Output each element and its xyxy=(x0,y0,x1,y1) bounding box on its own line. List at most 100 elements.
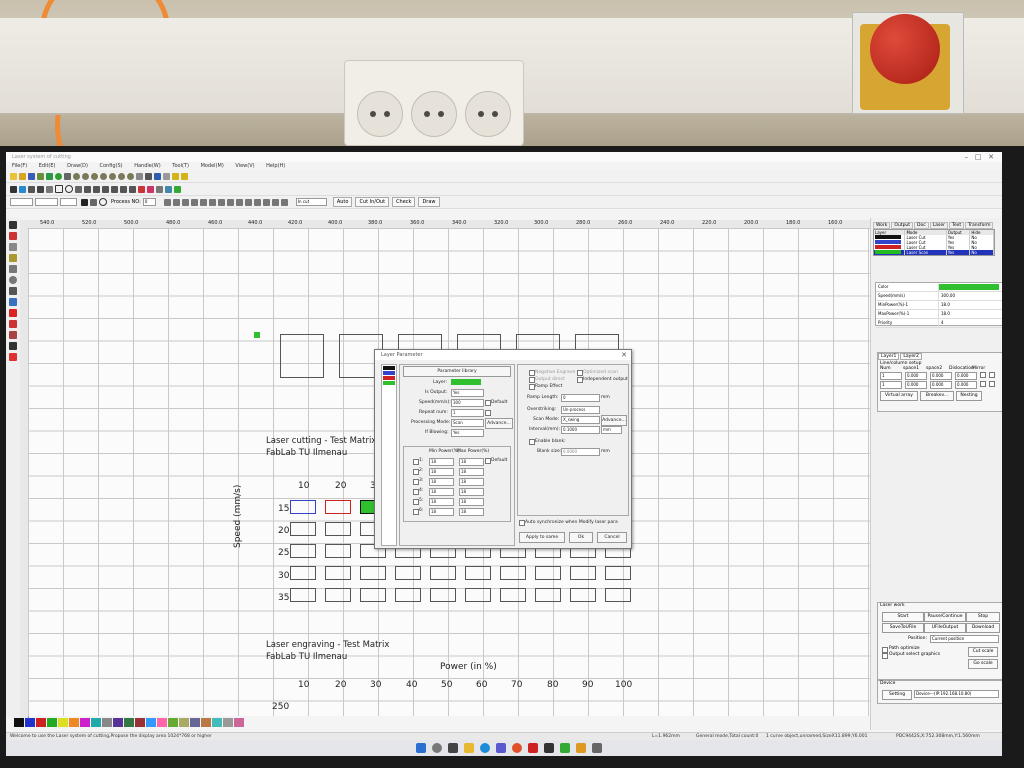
tab-work[interactable]: Work xyxy=(873,222,891,229)
node-tool-icon[interactable] xyxy=(9,331,17,339)
power-icon[interactable] xyxy=(174,185,181,193)
palette-swatch[interactable] xyxy=(212,718,222,727)
stop-button[interactable]: Stop xyxy=(966,612,1000,622)
nesting-button[interactable]: Nesting xyxy=(956,391,982,401)
advance-button[interactable]: Advance... xyxy=(485,418,513,429)
delete-tool-icon[interactable] xyxy=(9,320,17,328)
cut-icon[interactable] xyxy=(226,198,234,206)
matrix-cell[interactable] xyxy=(325,588,351,602)
pause-continue-button[interactable]: Pause/Continue xyxy=(924,612,966,622)
menu-edit[interactable]: Edit(E) xyxy=(39,163,56,169)
matrix-cell[interactable] xyxy=(570,566,596,580)
max-power-input[interactable]: 18 xyxy=(459,498,484,506)
apply-to-same-button[interactable]: Apply to same xyxy=(519,532,565,543)
interval-unit-select[interactable]: mm xyxy=(601,426,622,434)
import-icon[interactable] xyxy=(37,172,44,180)
matrix-cell[interactable] xyxy=(360,588,386,602)
palette-swatch[interactable] xyxy=(168,718,178,727)
mirror-h-checkbox[interactable] xyxy=(980,381,986,387)
max-power-input[interactable]: 18 xyxy=(459,468,484,476)
new-file-icon[interactable] xyxy=(10,172,17,180)
repeat-checkbox[interactable] xyxy=(485,410,491,416)
taskview-icon[interactable] xyxy=(448,743,458,753)
matrix-cell[interactable] xyxy=(360,566,386,580)
flip-h-icon[interactable] xyxy=(208,198,216,206)
engrave-power-col[interactable]: 90 xyxy=(582,680,593,690)
overstriking-select[interactable]: Un-process xyxy=(561,406,600,414)
tab-output[interactable]: Output xyxy=(891,222,914,229)
select-tool-icon[interactable] xyxy=(9,221,17,229)
palette-swatch[interactable] xyxy=(113,718,123,727)
palette-swatch[interactable] xyxy=(25,718,35,727)
zoom-fit-icon[interactable] xyxy=(91,172,98,180)
curve-tool-icon[interactable] xyxy=(9,254,17,262)
app-icon[interactable] xyxy=(544,743,554,753)
matrix-cell[interactable] xyxy=(465,566,491,580)
engrave-power-col[interactable]: 60 xyxy=(476,680,487,690)
ungroup-icon[interactable] xyxy=(129,185,136,193)
menu-help[interactable]: Help(H) xyxy=(266,163,285,169)
open-file-icon[interactable] xyxy=(19,172,26,180)
zoom-out-icon[interactable] xyxy=(82,172,89,180)
array-cell[interactable]: 0.000 xyxy=(955,372,977,380)
property-value[interactable]: 300.00 xyxy=(939,292,1001,300)
layer-select[interactable]: In cut xyxy=(295,198,327,206)
nest-icon[interactable] xyxy=(181,172,188,180)
rect-icon[interactable] xyxy=(55,185,63,193)
speed-row[interactable]: 30 xyxy=(278,571,289,581)
engrave-power-col[interactable]: 10 xyxy=(298,680,309,690)
max-power-input[interactable]: 18 xyxy=(459,478,484,486)
palette-swatch[interactable] xyxy=(201,718,211,727)
search-icon[interactable] xyxy=(432,743,442,753)
min-power-input[interactable]: 18 xyxy=(429,458,454,466)
engrave-power-col[interactable]: 70 xyxy=(511,680,522,690)
cutting-title[interactable]: Laser cutting - Test Matrix xyxy=(266,436,376,446)
ufile-output-button[interactable]: UFileOutput xyxy=(924,623,966,633)
palette-swatch[interactable] xyxy=(47,718,57,727)
matrix-cell[interactable] xyxy=(325,566,351,580)
start-button[interactable]: Start xyxy=(882,612,924,622)
mirror-v-checkbox[interactable] xyxy=(989,381,995,387)
virtual-array-button[interactable]: Virtual array xyxy=(880,391,918,401)
matrix-cell[interactable] xyxy=(430,588,456,602)
app-icon[interactable] xyxy=(576,743,586,753)
layer-color-swatch[interactable] xyxy=(451,379,481,385)
ok-button[interactable]: Ok xyxy=(569,532,593,543)
palette-swatch[interactable] xyxy=(36,718,46,727)
palette-swatch[interactable] xyxy=(58,718,68,727)
rotate-90-icon[interactable] xyxy=(253,198,261,206)
cut-in-out-button[interactable]: Cut In/Out xyxy=(355,197,390,207)
flip-v-icon[interactable] xyxy=(217,198,225,206)
engrave-power-col[interactable]: 80 xyxy=(547,680,558,690)
store-icon[interactable] xyxy=(496,743,506,753)
array-cell[interactable]: 0.000 xyxy=(955,381,977,389)
mirror-h-icon[interactable] xyxy=(235,198,243,206)
processing-mode-select[interactable]: Scan xyxy=(451,419,484,427)
speed-axis-label[interactable]: Speed (mm/s) xyxy=(233,485,243,548)
palette-swatch[interactable] xyxy=(179,718,189,727)
device-select[interactable]: Device---(IP:192.168.10.80) xyxy=(914,690,999,698)
close-button[interactable]: ✕ xyxy=(988,153,994,161)
zoom-all-icon[interactable] xyxy=(118,172,125,180)
check-button[interactable]: Check xyxy=(392,197,416,207)
pen-tool-icon[interactable] xyxy=(9,232,17,240)
maximize-button[interactable]: □ xyxy=(975,153,982,161)
align-hcenter-icon[interactable] xyxy=(163,198,171,206)
bitmap-icon[interactable] xyxy=(165,185,172,193)
is-output-select[interactable]: Yes xyxy=(451,389,484,397)
ellipse-tool-icon[interactable] xyxy=(9,276,17,284)
mirror-v-checkbox[interactable] xyxy=(989,372,995,378)
palette-swatch[interactable] xyxy=(69,718,79,727)
app-icon[interactable] xyxy=(512,743,522,753)
weld-icon[interactable] xyxy=(138,185,145,193)
matrix-cell[interactable] xyxy=(465,588,491,602)
node-edit-icon[interactable] xyxy=(19,185,26,193)
engrave-power-col[interactable]: 50 xyxy=(441,680,452,690)
edit-tool-icon[interactable] xyxy=(9,298,17,306)
text-icon[interactable] xyxy=(37,185,44,193)
zoom-in-icon[interactable] xyxy=(73,172,80,180)
pan-icon[interactable] xyxy=(127,172,134,180)
matrix-cell[interactable] xyxy=(430,566,456,580)
same-width-icon[interactable] xyxy=(190,198,198,206)
array-cell[interactable]: 0.000 xyxy=(930,381,952,389)
